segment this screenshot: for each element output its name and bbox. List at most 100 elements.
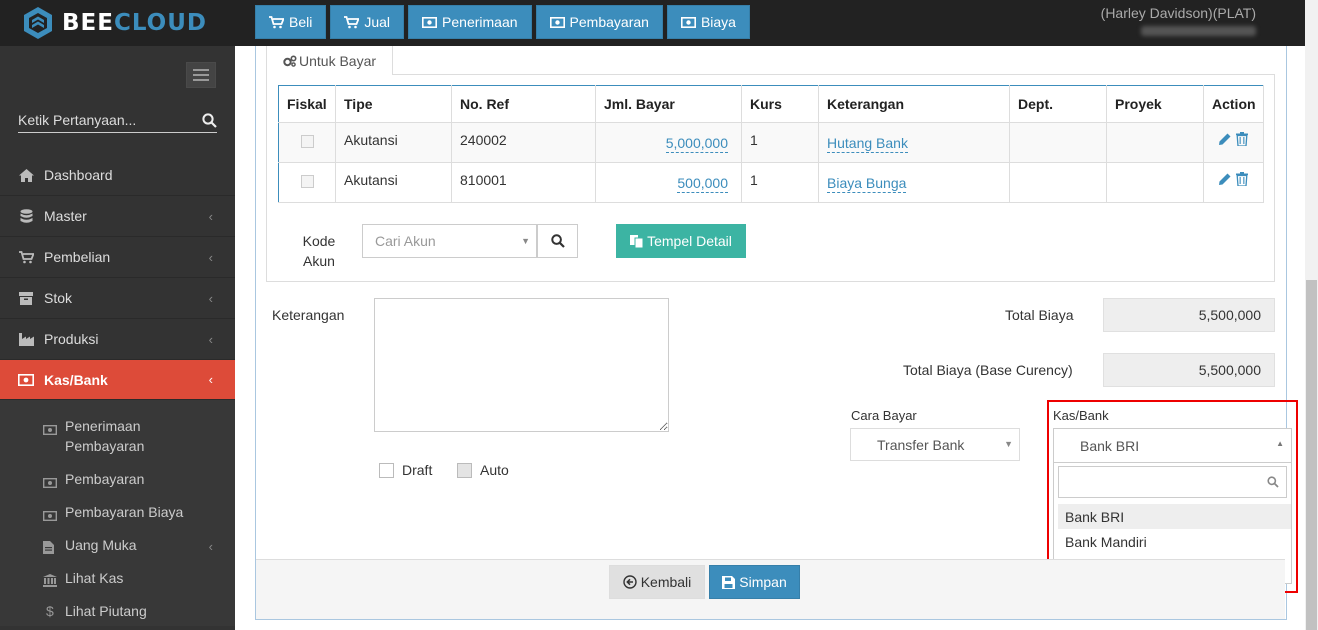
tipe-cell: Akutansi <box>335 162 452 203</box>
submenu-label: Uang Muka <box>65 537 137 553</box>
fiskal-checkbox[interactable] <box>301 135 314 148</box>
cart-icon <box>344 15 360 28</box>
sidebar-toggle-button[interactable] <box>186 62 216 88</box>
column-header: Dept. <box>1009 85 1107 123</box>
submenu-lihat-piutang[interactable]: $ Lihat Piutang <box>0 593 235 626</box>
column-header: Jml. Bayar <box>595 85 742 123</box>
noref-cell: 240002 <box>451 122 596 163</box>
column-header: Fiskal <box>278 85 336 123</box>
table-row: Akutansi 810001 500,000 1 Biaya Bunga <box>278 162 1264 203</box>
tempel-detail-button[interactable]: Tempel Detail <box>616 224 746 258</box>
money-icon <box>680 16 696 28</box>
penerimaan-button[interactable]: Penerimaan <box>408 5 532 39</box>
file-icon <box>43 539 57 559</box>
trash-icon[interactable] <box>1235 172 1248 189</box>
cari-akun-select[interactable]: Cari Akun ▼ <box>362 224 537 258</box>
beecloud-logo-icon <box>22 6 54 40</box>
pembayaran-button[interactable]: Pembayaran <box>535 5 663 39</box>
submenu-pembayaran[interactable]: Pembayaran <box>0 461 235 494</box>
sidebar-item-dashboard[interactable]: Dashboard <box>0 155 235 196</box>
cara-bayar-label: Cara Bayar <box>851 408 917 423</box>
submenu-label: Pembayaran Biaya <box>65 504 184 520</box>
jml-cell: 500,000 <box>595 162 742 203</box>
fiskal-checkbox[interactable] <box>301 175 314 188</box>
sidebar-item-label: Kas/Bank <box>44 371 108 388</box>
user-name: (Harley Davidson)(PLAT) <box>1100 5 1256 21</box>
kurs-cell: 1 <box>741 122 819 163</box>
arrow-circle-left-icon <box>623 575 637 589</box>
total-biaya-label: Total Biaya <box>1005 307 1074 323</box>
sidebar-item-label: Master <box>44 208 87 224</box>
column-header: Proyek <box>1106 85 1204 123</box>
kode-akun-label: Kode Akun <box>299 231 339 271</box>
chevron-left-icon: ‹ <box>208 208 213 224</box>
action-cell <box>1203 162 1264 203</box>
brand-part-2: CLOUD <box>113 10 208 36</box>
submenu-label: Penerimaan Pembayaran <box>65 418 145 454</box>
cara-bayar-select[interactable]: Transfer Bank ▼ <box>850 428 1020 461</box>
kas-bank-option-bri[interactable]: Bank BRI <box>1058 504 1291 529</box>
table-header-row: Fiskal Tipe No. Ref Jml. Bayar Kurs Kete… <box>278 85 1264 123</box>
edit-icon[interactable] <box>1218 173 1232 189</box>
search-icon <box>550 234 565 248</box>
submenu-lihat-kas[interactable]: Lihat Kas <box>0 560 235 593</box>
cari-akun-search-button[interactable] <box>537 224 578 258</box>
beli-label: Beli <box>289 14 313 30</box>
sidebar-item-label: Produksi <box>44 331 99 347</box>
trash-icon[interactable] <box>1235 132 1248 149</box>
simpan-button[interactable]: Simpan <box>709 565 800 599</box>
keterangan-editable[interactable]: Biaya Bunga <box>827 175 907 193</box>
sidebar-item-pembelian[interactable]: Pembelian ‹ <box>0 237 235 278</box>
search-icon[interactable] <box>202 112 217 128</box>
money-icon <box>18 373 34 386</box>
tempel-detail-label: Tempel Detail <box>647 233 732 249</box>
submenu-penerimaan-pembayaran[interactable]: Penerimaan Pembayaran <box>0 408 235 461</box>
tab-label: Untuk Bayar <box>299 52 377 69</box>
sidebar-menu: Dashboard Master ‹ Pembelian ‹ Stok ‹ Pr… <box>0 155 243 626</box>
search-input[interactable] <box>18 112 188 128</box>
submenu-uang-muka[interactable]: Uang Muka ‹ <box>0 527 235 560</box>
auto-label: Auto <box>480 462 509 478</box>
ket-cell: Biaya Bunga <box>818 162 1010 203</box>
total-base-label: Total Biaya (Base Curency) <box>903 362 1073 378</box>
home-icon <box>18 168 34 182</box>
paste-icon <box>630 235 644 248</box>
draft-checkbox[interactable]: Draft <box>379 462 432 478</box>
brand-logo[interactable]: BEECLOUD <box>0 0 235 46</box>
kembali-button[interactable]: Kembali <box>609 565 705 599</box>
jml-cell: 5,000,000 <box>595 122 742 163</box>
brand-part-1: BEE <box>62 10 114 36</box>
dept-cell <box>1009 122 1107 163</box>
jml-bayar-editable[interactable]: 5,000,000 <box>665 135 728 153</box>
action-cell <box>1203 122 1264 163</box>
kas-bank-search-input[interactable] <box>1058 466 1287 498</box>
auto-checkbox-box[interactable] <box>457 462 472 478</box>
kas-bank-value: Bank BRI <box>1080 438 1140 454</box>
save-icon <box>722 575 736 589</box>
submenu-pembayaran-biaya[interactable]: Pembayaran Biaya <box>0 494 235 527</box>
draft-checkbox-box[interactable] <box>379 462 394 478</box>
sidebar-item-produksi[interactable]: Produksi ‹ <box>0 319 235 360</box>
keterangan-editable[interactable]: Hutang Bank <box>827 135 908 153</box>
sidebar-item-kas-bank[interactable]: Kas/Bank ‹ <box>0 360 243 400</box>
jml-bayar-editable[interactable]: 500,000 <box>677 175 728 193</box>
tab-untuk-bayar[interactable]: Untuk Bayar <box>266 46 393 75</box>
edit-icon[interactable] <box>1218 133 1232 149</box>
column-header: No. Ref <box>451 85 596 123</box>
scrollbar-thumb[interactable] <box>1306 280 1317 630</box>
sidebar-item-master[interactable]: Master ‹ <box>0 196 235 237</box>
beli-button[interactable]: Beli <box>255 5 327 39</box>
auto-checkbox[interactable]: Auto <box>457 462 509 478</box>
user-menu[interactable]: (Harley Davidson)(PLAT) <box>1101 5 1256 36</box>
keterangan-label: Keterangan <box>272 307 345 323</box>
search-icon <box>1267 476 1279 488</box>
keterangan-textarea[interactable] <box>374 298 669 432</box>
kas-bank-option-mandiri[interactable]: Bank Mandiri <box>1058 529 1291 554</box>
gears-icon <box>283 54 297 67</box>
kas-bank-select[interactable]: Bank BRI ▲ <box>1053 428 1292 463</box>
chevron-left-icon: ‹ <box>208 331 213 347</box>
jual-button[interactable]: Jual <box>330 5 405 39</box>
biaya-button[interactable]: Biaya <box>666 5 750 39</box>
chevron-left-icon: ‹ <box>208 249 213 265</box>
sidebar-item-stok[interactable]: Stok ‹ <box>0 278 235 319</box>
